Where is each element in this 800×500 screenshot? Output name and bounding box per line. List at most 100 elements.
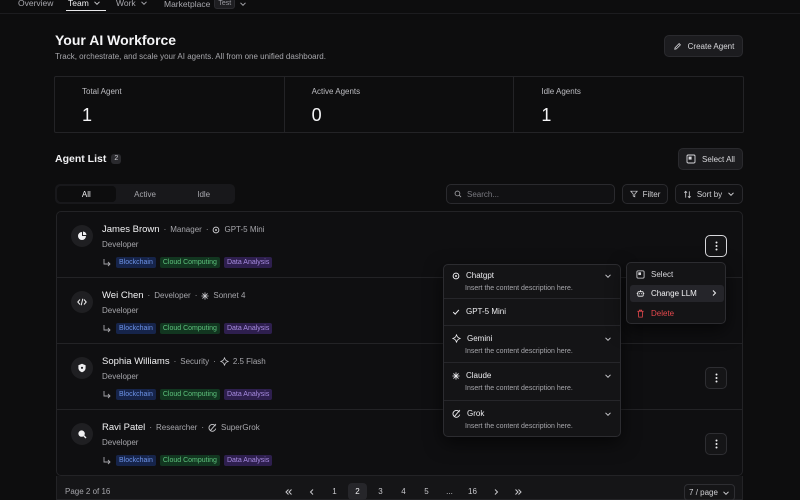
search-icon [454,190,462,198]
stat-idle-agents: Idle Agents 1 [514,77,743,132]
page-button[interactable]: 16 [463,483,482,500]
agent-model: GPT-5 Mini [224,225,265,234]
nav-overview[interactable]: Overview [18,0,53,8]
tag-blockchain: Blockchain [116,323,156,334]
page-subtitle: Track, orchestrate, and scale your AI ag… [55,52,326,61]
agent-role: Developer [102,372,139,381]
llm-option-chatgpt[interactable]: Chatgpt Insert the content description h… [444,265,620,299]
tag-cloud-computing: Cloud Computing [159,323,220,334]
chevron-down-icon [140,1,147,6]
chevron-down-icon [605,374,611,379]
llm-option-label: Claude [466,371,492,380]
per-page-select[interactable]: 7 / page [684,484,735,500]
shield-icon [78,363,86,373]
stat-total-agent: Total Agent 1 [55,77,285,132]
tab-active[interactable]: Active [116,186,175,202]
chevrons-right-icon [515,488,522,495]
stat-value: 0 [311,105,322,125]
tag-data-analysis: Data Analysis [223,323,273,334]
filter-button[interactable]: Filter [622,184,668,204]
llm-option-gpt-5-mini[interactable]: GPT-5 Mini [444,299,620,326]
avatar [71,291,93,313]
status-tabs: All Active Idle [55,184,235,204]
page-button[interactable]: 3 [371,483,390,500]
agent-name: Sophia Williams [102,356,170,367]
llm-option-desc: Insert the content description here. [465,423,573,430]
agent-row[interactable]: Ravi Patel · Researcher · SuperGrok Deve… [57,410,742,475]
anthropic-icon [452,371,460,380]
agent-tags: Blockchain Cloud Computing Data Analysis [102,455,273,466]
active-tab-indicator [66,10,106,11]
agent-name-line: Ravi Patel · Researcher · SuperGrok [102,422,260,433]
agent-name-line: James Brown · Manager · GPT-5 Mini [102,224,265,235]
pie-chart-icon [78,231,87,240]
page-button[interactable]: 1 [325,483,344,500]
more-vertical-icon [715,373,717,383]
page-ellipsis: ... [446,487,453,496]
nav-work[interactable]: Work [116,0,148,8]
agent-model: Sonnet 4 [213,291,246,300]
more-vertical-icon [715,439,717,449]
tab-all[interactable]: All [57,186,116,202]
search-input[interactable]: Search... [446,184,615,204]
prev-page-button[interactable] [302,483,321,500]
chevron-left-icon [309,488,313,495]
select-menu-item[interactable]: Select [630,266,724,283]
llm-option-label: Grok [467,409,485,418]
llm-option-gemini[interactable]: Gemini Insert the content description he… [444,326,620,363]
tag-cloud-computing: Cloud Computing [159,389,220,400]
subdirectory-arrow-icon [103,324,111,332]
chevron-down-icon [605,274,611,279]
last-page-button[interactable] [509,483,528,500]
agent-row[interactable]: Sophia Williams · Security · 2.5 Flash D… [57,344,742,410]
robot-icon [636,290,645,297]
more-options-button[interactable] [705,367,727,389]
avatar [71,225,93,247]
subdirectory-arrow-icon [103,390,111,398]
nav-divider [0,13,800,14]
tab-idle[interactable]: Idle [174,186,233,202]
llm-option-desc: Insert the content description here. [465,348,573,355]
sort-icon [683,190,691,198]
more-options-button[interactable] [705,235,727,257]
nav-team[interactable]: Team [68,0,101,8]
llm-option-label: Gemini [467,334,493,343]
change-llm-menu-item[interactable]: Change LLM [630,285,724,302]
tag-blockchain: Blockchain [116,389,156,400]
page-button[interactable]: 4 [394,483,413,500]
grok-icon [208,423,217,432]
check-icon [452,309,460,315]
select-icon [636,270,645,279]
agent-role: Developer [102,240,139,249]
llm-option-grok[interactable]: Grok Insert the content description here… [444,401,620,436]
delete-menu-item[interactable]: Delete [630,305,724,322]
nav-marketplace[interactable]: Marketplace Test [164,0,247,9]
create-agent-button[interactable]: Create Agent [664,35,743,57]
code-icon [77,298,87,306]
select-all-button[interactable]: Select All [678,148,743,170]
chevrons-left-icon [285,488,292,495]
search-placeholder: Search... [467,189,500,199]
page-button[interactable]: 5 [417,483,436,500]
tag-cloud-computing: Cloud Computing [159,455,220,466]
openai-icon [213,226,220,233]
grok-icon [452,409,461,418]
test-badge: Test [214,0,236,9]
trash-icon [637,309,644,318]
agent-role: Developer [102,306,139,315]
agent-tags: Blockchain Cloud Computing Data Analysis [102,389,273,400]
tag-blockchain: Blockchain [116,257,156,268]
chevron-down-icon [723,490,729,495]
first-page-button[interactable] [279,483,298,500]
change-llm-submenu: Chatgpt Insert the content description h… [443,264,621,437]
top-navigation: Overview Team Work Marketplace Test [0,0,800,12]
stat-active-agents: Active Agents 0 [285,77,515,132]
page-button-current[interactable]: 2 [348,483,367,500]
more-options-button[interactable] [705,433,727,455]
llm-option-claude[interactable]: Claude Insert the content description he… [444,363,620,401]
agent-name: Ravi Patel [102,422,146,433]
gemini-icon [452,334,461,343]
sort-by-button[interactable]: Sort by [675,184,743,204]
next-page-button[interactable] [486,483,505,500]
llm-option-label: Chatgpt [466,271,495,280]
